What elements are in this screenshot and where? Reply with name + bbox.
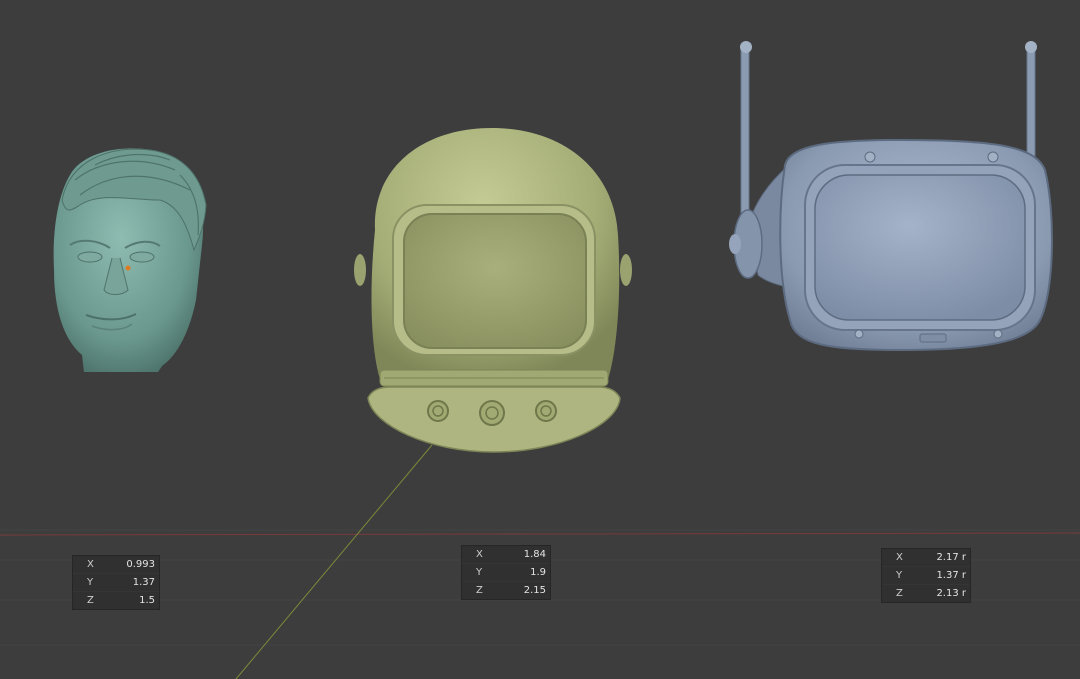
dimension-row-z[interactable]: Z 2.13 r — [882, 585, 970, 602]
tv-visor[interactable] — [729, 41, 1053, 352]
dimensions-panel-visor: X 2.17 r Y 1.37 r Z 2.13 r — [881, 548, 971, 603]
axis-label: Z — [896, 588, 903, 599]
axis-value: 2.15 — [523, 585, 546, 596]
axis-label: Y — [896, 570, 903, 581]
axis-value: 1.84 — [523, 549, 546, 560]
axis-value: 0.993 — [126, 559, 155, 570]
axis-value: 1.37 r — [936, 570, 966, 581]
dimensions-panel-head: X 0.993 Y 1.37 Z 1.5 — [72, 555, 160, 610]
axis-label: X — [87, 559, 94, 570]
axis-label: Z — [476, 585, 483, 596]
dimension-row-y[interactable]: Y 1.37 — [73, 574, 159, 592]
axis-label: Z — [87, 595, 94, 606]
dimension-row-z[interactable]: Z 2.15 — [462, 582, 550, 599]
y-axis-line — [235, 444, 433, 679]
dimension-row-x[interactable]: X 2.17 r — [882, 549, 970, 567]
3d-viewport[interactable]: X 0.993 Y 1.37 Z 1.5 X 1.84 Y 1.9 Z 2.15… — [0, 0, 1080, 679]
x-axis-line — [0, 532, 1080, 536]
axis-label: Y — [87, 577, 94, 588]
axis-value: 2.17 r — [936, 552, 966, 563]
dimension-row-y[interactable]: Y 1.9 — [462, 564, 550, 582]
axis-label: Y — [476, 567, 483, 578]
axis-value: 1.5 — [139, 595, 155, 606]
axis-label: X — [476, 549, 483, 560]
dimension-row-z[interactable]: Z 1.5 — [73, 592, 159, 609]
axis-label: X — [896, 552, 903, 563]
space-helmet[interactable] — [354, 128, 632, 453]
dimension-row-x[interactable]: X 1.84 — [462, 546, 550, 564]
axis-value: 2.13 r — [936, 588, 966, 599]
dimension-row-y[interactable]: Y 1.37 r — [882, 567, 970, 585]
dimensions-panel-helmet: X 1.84 Y 1.9 Z 2.15 — [461, 545, 551, 600]
head-sculpt[interactable] — [53, 148, 207, 372]
axis-value: 1.37 — [132, 577, 155, 588]
dimension-row-x[interactable]: X 0.993 — [73, 556, 159, 574]
axis-value: 1.9 — [530, 567, 546, 578]
